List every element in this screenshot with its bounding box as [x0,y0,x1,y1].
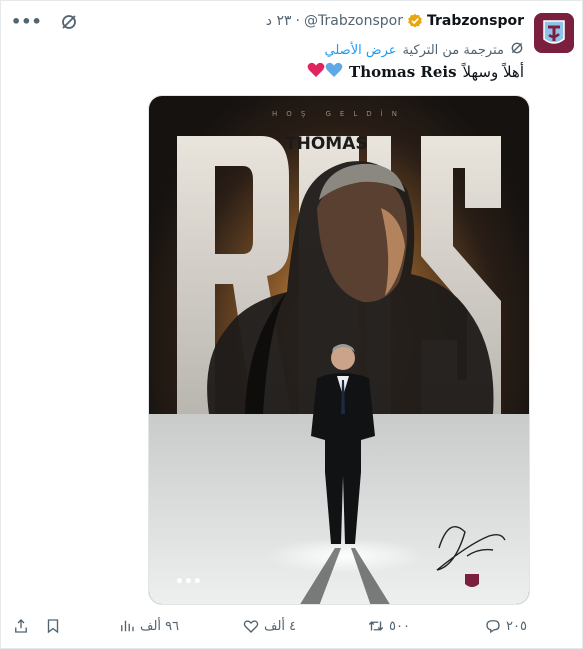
retweet-button[interactable]: ٥٠٠ [367,617,410,635]
poster-first-name: THOMAS [285,134,368,154]
reply-button[interactable]: ٢٠٥ [484,617,527,635]
translation-note: مترجمة من التركية [402,42,504,58]
media-more-icon[interactable]: ••• [175,574,202,590]
share-button[interactable] [12,617,30,635]
ellipsis-icon[interactable]: ••• [11,14,42,30]
tweet-emojis [307,62,343,82]
tweet-card[interactable]: Trabzonspor @Trabzonspor · ٢٣ د ••• مترج… [0,0,583,649]
views-count: ٩٦ ألف [140,618,180,634]
hearts-emoji-icon [307,62,343,77]
account-name[interactable]: Trabzonspor [427,13,524,29]
grok-icon[interactable] [60,13,78,31]
avatar[interactable] [534,13,574,53]
like-count: ٤ ألف [264,618,297,634]
retweet-count: ٥٠٠ [389,618,410,634]
like-button[interactable]: ٤ ألف [242,617,296,635]
header-actions: ••• [11,13,78,31]
tweet-time[interactable]: ٢٣ د [266,13,292,29]
verified-badge-icon [407,13,423,29]
views-icon [121,620,134,632]
retweet-icon [368,621,384,631]
action-bar: ٢٠٥ ٥٠٠ ٤ ألف ٩٦ ألف [1,617,582,641]
separator-dot: · [295,13,300,29]
views-button[interactable]: ٩٦ ألف [118,617,179,635]
show-original-link[interactable]: عرض الأصلي [325,43,397,58]
translation-row: مترجمة من التركية عرض الأصلي [325,41,524,59]
reply-count: ٢٠٥ [506,618,527,634]
like-icon [243,620,259,633]
tweet-greeting: أهلاً وسهلاً [462,63,524,81]
reply-icon [486,620,500,634]
tweet-coach-name: Thomas Reis [349,63,457,81]
share-icon [15,619,27,633]
tweet-text: أهلاً وسهلاً Thomas Reis [307,62,524,82]
tweet-media-image[interactable]: HOŞ GELDİN THOMAS ••• [148,95,530,605]
poster-top-text: HOŞ GELDİN [272,110,406,118]
tweet-header: Trabzonspor @Trabzonspor · ٢٣ د [266,13,524,29]
account-handle[interactable]: @Trabzonspor [304,13,403,29]
translate-icon [510,41,524,59]
poster-artwork [149,96,529,604]
bookmark-icon [47,619,59,634]
trabzonspor-logo-icon [534,13,574,53]
bookmark-button[interactable] [44,617,62,635]
